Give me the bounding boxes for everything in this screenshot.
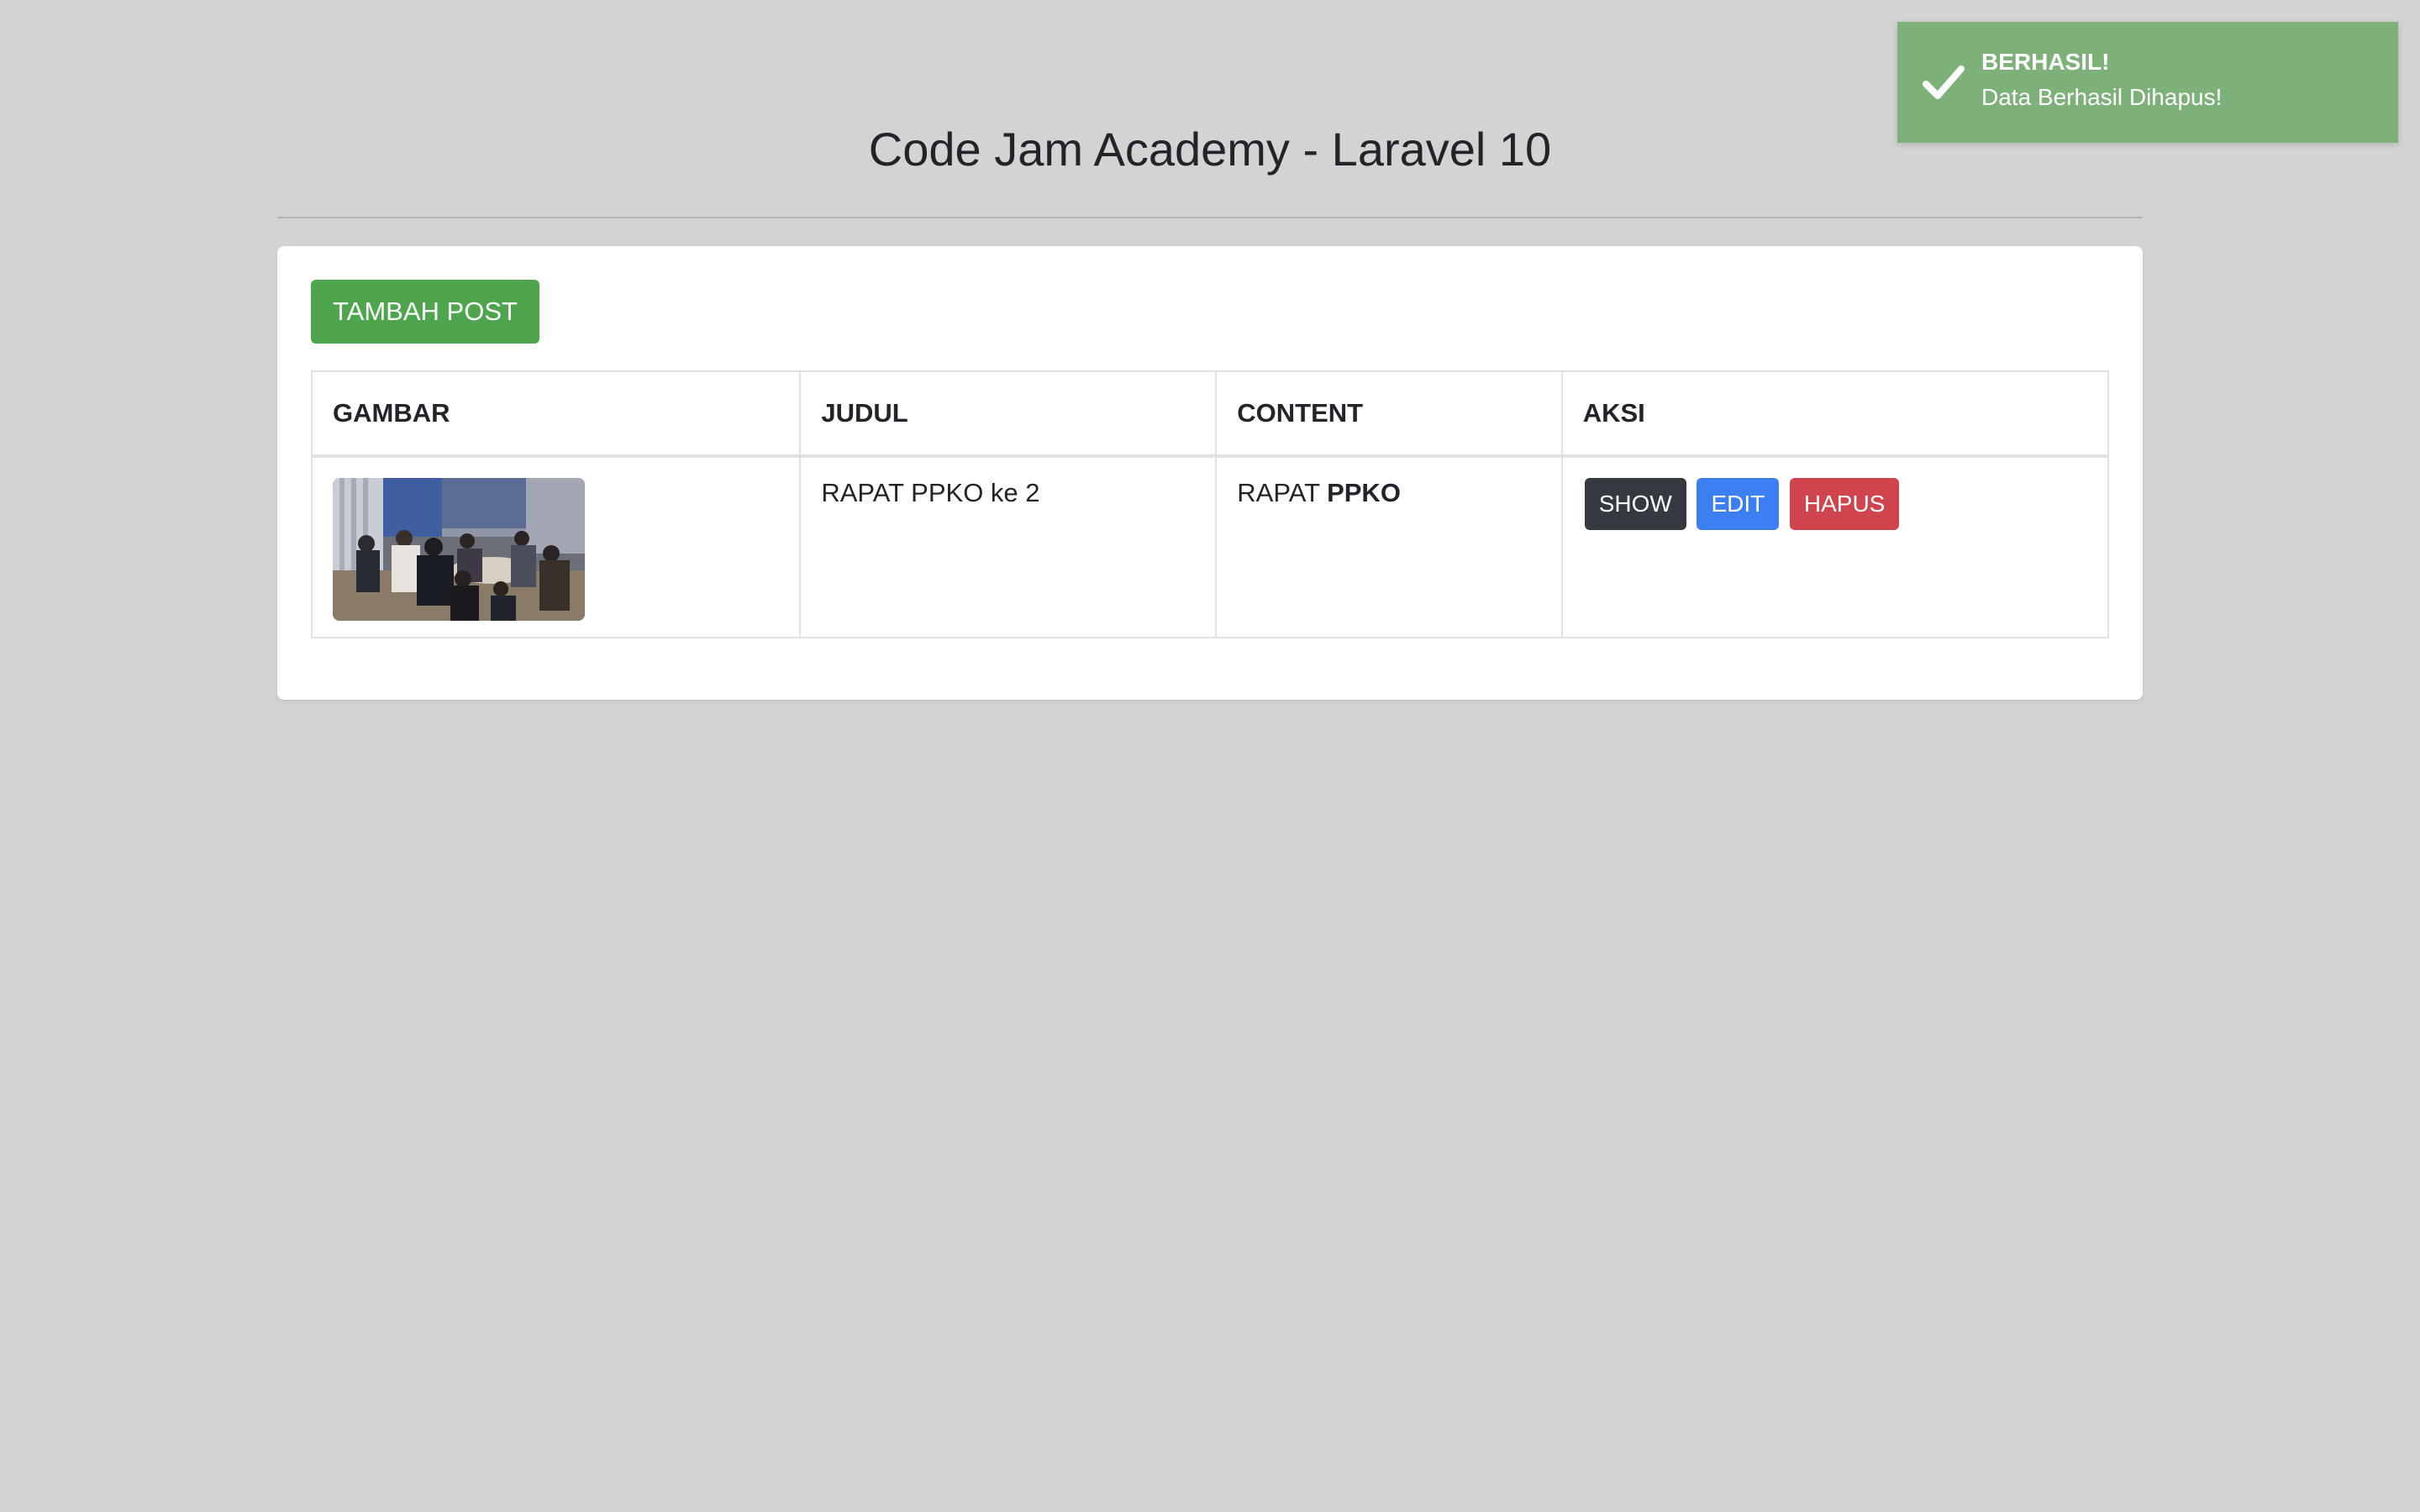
check-icon bbox=[1921, 60, 1966, 106]
success-toast[interactable]: BERHASIL! Data Berhasil Dihapus! bbox=[1897, 22, 2398, 143]
show-button[interactable]: SHOW bbox=[1584, 478, 1686, 530]
cell-gambar bbox=[310, 455, 802, 638]
column-header-judul: JUDUL bbox=[799, 370, 1218, 458]
delete-button[interactable]: HAPUS bbox=[1789, 478, 1900, 530]
add-post-button[interactable]: TAMBAH POST bbox=[311, 280, 539, 344]
content-bold-text: PPKO bbox=[1327, 478, 1401, 507]
divider bbox=[277, 217, 2143, 218]
content-text: RAPAT bbox=[1237, 478, 1328, 507]
toast-message: Data Berhasil Dihapus! bbox=[1981, 84, 2223, 110]
page: Code Jam Academy - Laravel 10 TAMBAH POS… bbox=[0, 0, 2420, 1512]
edit-button[interactable]: EDIT bbox=[1697, 478, 1780, 530]
post-thumbnail-image bbox=[333, 478, 585, 621]
column-header-gambar: GAMBAR bbox=[310, 370, 802, 458]
toast-title: BERHASIL! bbox=[1981, 49, 2110, 75]
cell-content: RAPAT PPKO bbox=[1215, 455, 1563, 638]
column-header-content: CONTENT bbox=[1215, 370, 1563, 458]
table-row: RAPAT PPKO ke 2 RAPAT PPKO SHOW EDIT HAP… bbox=[310, 455, 2110, 638]
posts-card: TAMBAH POST GAMBAR JUDUL CONTENT AKSI RA… bbox=[277, 246, 2143, 700]
table-header-row: GAMBAR JUDUL CONTENT AKSI bbox=[310, 370, 2110, 458]
cell-judul: RAPAT PPKO ke 2 bbox=[799, 455, 1218, 638]
column-header-aksi: AKSI bbox=[1560, 370, 2110, 458]
posts-table: GAMBAR JUDUL CONTENT AKSI RAPAT PPKO ke … bbox=[310, 370, 2110, 638]
cell-aksi: SHOW EDIT HAPUS bbox=[1560, 455, 2110, 638]
